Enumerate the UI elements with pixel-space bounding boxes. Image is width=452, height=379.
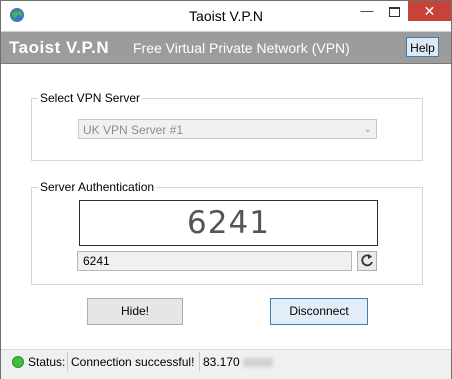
auth-code-input[interactable]: 6241: [77, 251, 352, 271]
refresh-captcha-button[interactable]: [357, 251, 377, 271]
refresh-icon: [360, 254, 374, 271]
chevron-down-icon: ⌄: [363, 124, 372, 135]
server-group-label: Select VPN Server: [38, 91, 143, 105]
minimize-button[interactable]: —: [353, 1, 381, 21]
help-button[interactable]: Help: [406, 37, 439, 57]
app-window: Taoist V.P.N — ✕ Taoist V.P.N Free Virtu…: [0, 0, 452, 379]
vpn-server-select[interactable]: UK VPN Server #1 ⌄: [78, 119, 377, 139]
status-divider: [67, 352, 68, 371]
title-bar: Taoist V.P.N — ✕: [1, 1, 451, 31]
maximize-button[interactable]: [381, 1, 408, 21]
vpn-server-selected: UK VPN Server #1: [83, 123, 184, 137]
close-button[interactable]: ✕: [408, 1, 451, 21]
status-ip-address: 83.170: [203, 355, 273, 369]
ip-redacted-blur: [242, 358, 273, 368]
disconnect-button[interactable]: Disconnect: [270, 298, 368, 325]
server-authentication-group: Server Authentication 6241 6241: [31, 180, 423, 285]
brand-tagline: Free Virtual Private Network (VPN): [133, 40, 350, 56]
auth-group-label: Server Authentication: [38, 180, 157, 194]
server-selection-group: Select VPN Server UK VPN Server #1 ⌄: [31, 91, 423, 161]
brand-name: Taoist V.P.N: [9, 38, 110, 57]
status-bar: Status: Connection successful! 83.170: [1, 349, 451, 379]
status-indicator-icon: [12, 356, 24, 368]
status-label: Status:: [28, 355, 66, 369]
maximize-icon: [389, 7, 400, 17]
app-header: Taoist V.P.N Free Virtual Private Networ…: [1, 31, 451, 64]
status-divider: [199, 352, 200, 371]
hide-button[interactable]: Hide!: [87, 298, 183, 325]
status-message: Connection successful!: [71, 355, 195, 369]
captcha-image: 6241: [79, 200, 378, 246]
ip-address-text: 83.170: [203, 355, 240, 369]
